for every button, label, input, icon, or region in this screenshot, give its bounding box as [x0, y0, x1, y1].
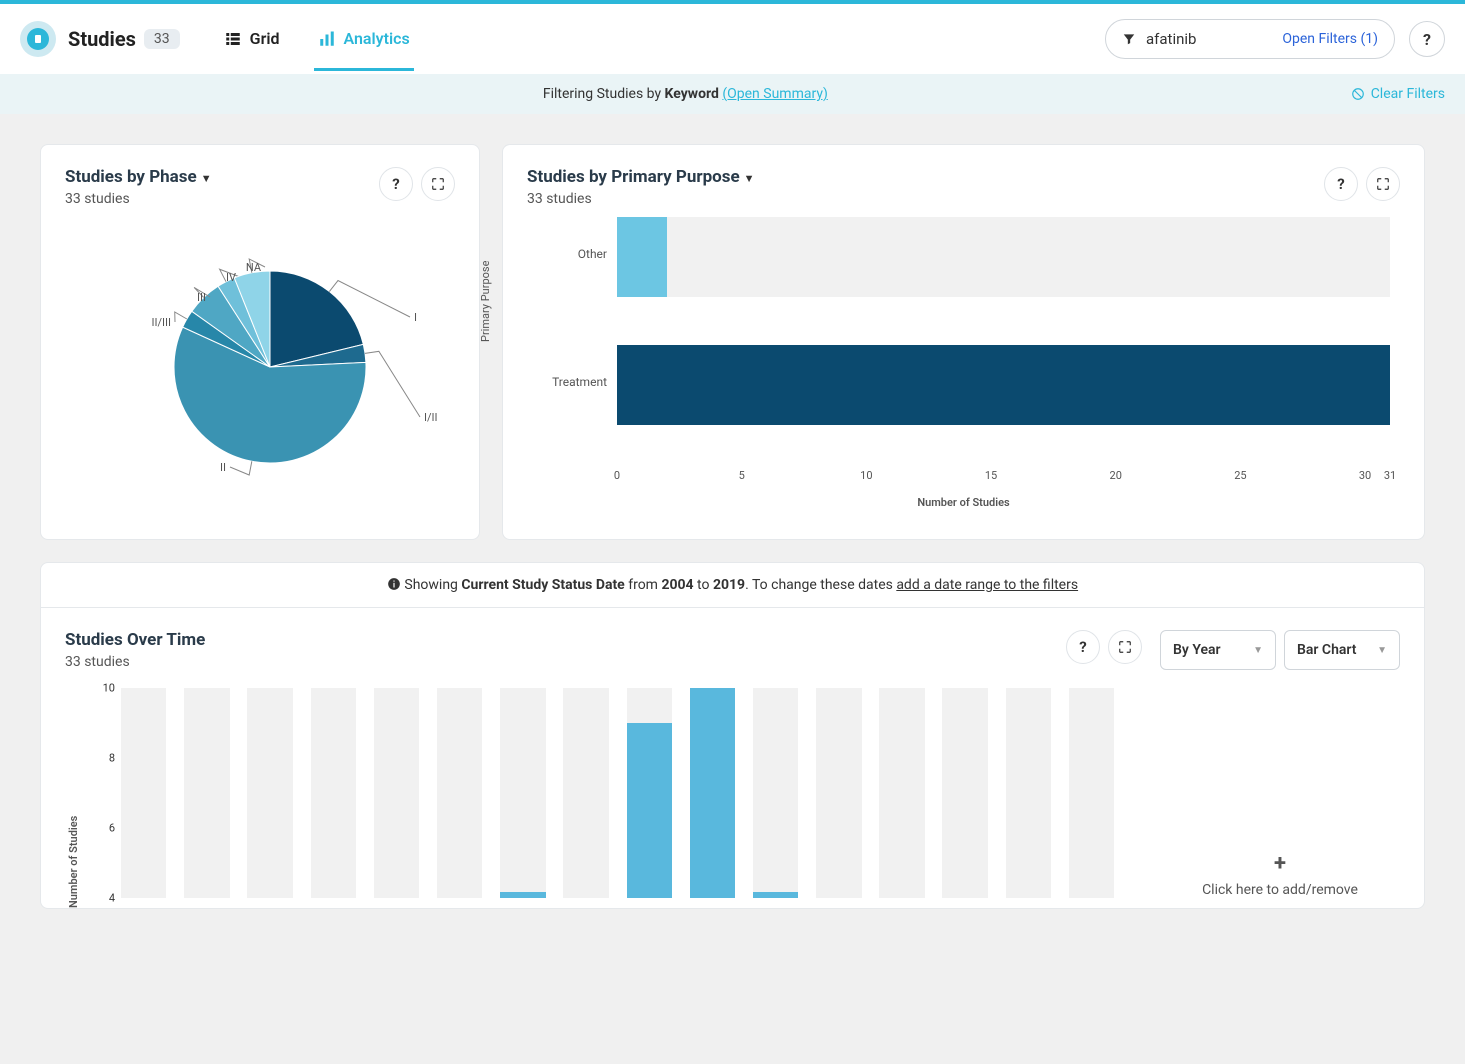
chevron-down-icon: ▼: [1377, 645, 1387, 656]
purpose-xlabel: Number of Studies: [527, 496, 1400, 509]
add-date-range-link[interactable]: add a date range to the filters: [896, 577, 1078, 593]
chevron-down-icon: ▼: [201, 172, 212, 185]
card-purpose: Studies by Primary Purpose▼ 33 studies ?…: [502, 144, 1425, 540]
card-time-title: Studies Over Time: [65, 630, 205, 650]
svg-text:II/III: II/III: [152, 316, 172, 329]
time-bar-chart[interactable]: Number of Studies 46810: [65, 688, 1142, 908]
filter-keyword: afatinib: [1146, 30, 1196, 48]
filter-summary-bar: Filtering Studies by Keyword (Open Summa…: [0, 74, 1465, 114]
phase-help-button[interactable]: ?: [379, 167, 413, 201]
expand-icon: [431, 177, 445, 191]
expand-icon: [1376, 177, 1390, 191]
time-expand-button[interactable]: [1108, 630, 1142, 664]
purpose-bar-chart[interactable]: Primary Purpose OtherTreatment 051015202…: [527, 207, 1400, 517]
phase-expand-button[interactable]: [421, 167, 455, 201]
tab-grid[interactable]: Grid: [220, 7, 284, 71]
tab-analytics-label: Analytics: [344, 29, 410, 48]
select-chart-type[interactable]: Bar Chart▼: [1284, 630, 1400, 670]
svg-text:I: I: [414, 311, 417, 324]
logo-icon: [27, 28, 49, 50]
time-help-button[interactable]: ?: [1066, 630, 1100, 664]
svg-text:II: II: [220, 461, 226, 474]
svg-text:NA: NA: [246, 261, 262, 274]
tab-analytics[interactable]: Analytics: [314, 7, 414, 71]
card-phase-sub: 33 studies: [65, 191, 212, 207]
tab-grid-label: Grid: [250, 29, 280, 48]
filter-pill[interactable]: afatinib Open Filters (1): [1105, 19, 1395, 59]
select-by-year[interactable]: By Year▼: [1160, 630, 1276, 670]
svg-text:III: III: [197, 291, 206, 304]
time-side-panel: By Year▼ Bar Chart▼ + Click here to add/…: [1160, 630, 1400, 908]
card-purpose-title[interactable]: Studies by Primary Purpose▼: [527, 167, 755, 187]
app-header: Studies 33 Grid Analytics afatinib Open …: [0, 4, 1465, 74]
card-purpose-sub: 33 studies: [527, 191, 755, 207]
clear-icon: [1351, 87, 1365, 101]
card-phase-title[interactable]: Studies by Phase▼: [65, 167, 212, 187]
clear-filters-label: Clear Filters: [1371, 86, 1445, 102]
expand-icon: [1118, 640, 1132, 654]
phase-pie-chart[interactable]: II/IIIIII/IIIIIIIVNA: [80, 217, 440, 477]
filterbar-strong: Keyword: [665, 86, 719, 102]
open-summary-link[interactable]: (Open Summary): [722, 86, 827, 102]
page-title: Studies: [68, 27, 136, 51]
help-button[interactable]: ?: [1409, 21, 1445, 57]
filterbar-prefix: Filtering Studies by: [543, 86, 665, 102]
chevron-down-icon: ▼: [1253, 645, 1263, 656]
add-remove-label: Click here to add/remove: [1202, 882, 1358, 898]
card-time: Studies Over Time 33 studies ? Number of…: [65, 630, 1142, 908]
app-logo: [20, 21, 56, 57]
filter-icon: [1122, 32, 1136, 46]
add-remove-button[interactable]: + Click here to add/remove: [1160, 680, 1400, 908]
time-ylabel: Number of Studies: [67, 816, 80, 908]
view-tabs: Grid Analytics: [220, 7, 414, 71]
plus-icon: +: [1274, 851, 1286, 876]
info-icon: [387, 577, 401, 591]
card-phase: Studies by Phase▼ 33 studies ? II/IIIIII…: [40, 144, 480, 540]
clear-filters-button[interactable]: Clear Filters: [1351, 86, 1445, 102]
date-note-banner: Showing Current Study Status Date from 2…: [40, 562, 1425, 608]
purpose-expand-button[interactable]: [1366, 167, 1400, 201]
purpose-help-button[interactable]: ?: [1324, 167, 1358, 201]
card-time-sub: 33 studies: [65, 654, 205, 670]
page-count-badge: 33: [144, 29, 180, 49]
svg-text:I/II: I/II: [424, 411, 438, 424]
analytics-icon: [318, 30, 336, 48]
purpose-ylabel: Primary Purpose: [479, 261, 492, 342]
chevron-down-icon: ▼: [744, 172, 755, 185]
open-filters-link[interactable]: Open Filters (1): [1282, 31, 1378, 47]
grid-icon: [224, 30, 242, 48]
